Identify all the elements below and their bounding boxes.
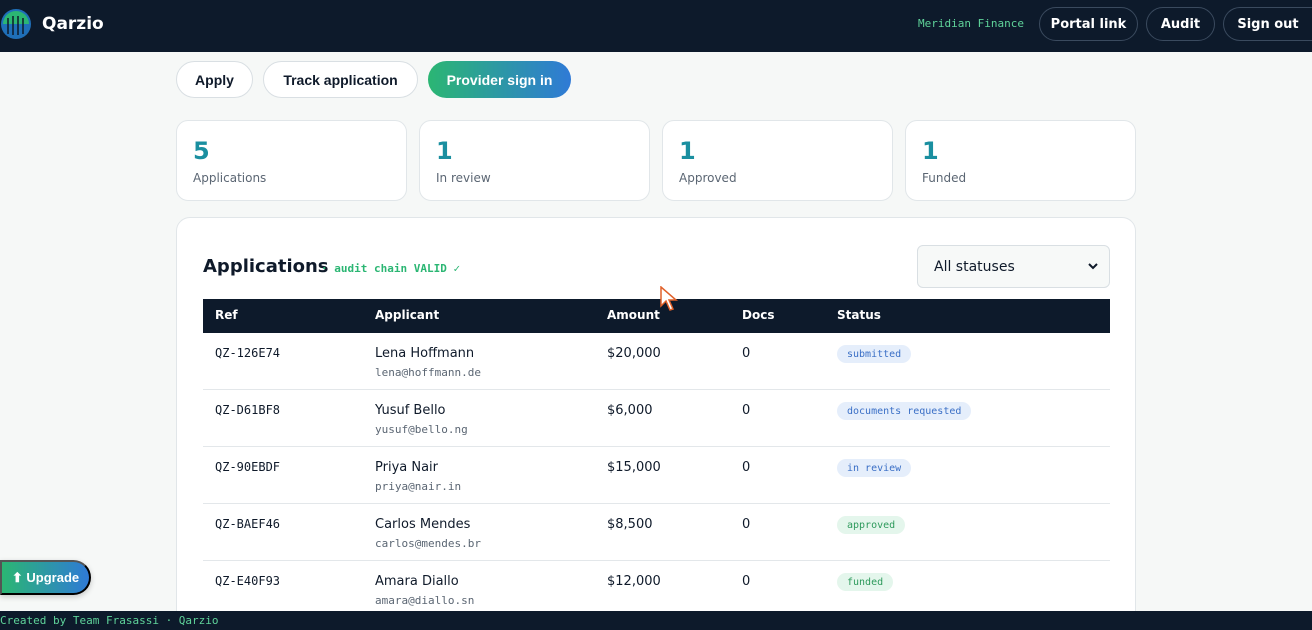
- row-applicant-email: lena@hoffmann.de: [375, 366, 481, 379]
- audit-chain-status: · audit chain VALID ✓: [321, 262, 461, 275]
- row-amount: $20,000: [607, 346, 661, 361]
- footer-credit: Created by Team Frasassi · Qarzio: [0, 611, 1312, 630]
- column-header-docs[interactable]: Docs: [742, 308, 774, 322]
- row-ref: QZ-E40F93: [215, 574, 281, 588]
- stat-value: 1: [679, 137, 696, 165]
- top-bar: Qarzio Meridian Finance Portal link Audi…: [0, 0, 1312, 52]
- row-applicant-name: Carlos Mendes: [375, 517, 471, 532]
- column-header-status[interactable]: Status: [837, 308, 881, 322]
- table-row[interactable]: QZ-BAEF46 Carlos Mendes carlos@mendes.br…: [203, 504, 1110, 561]
- tab-track-application[interactable]: Track application: [263, 61, 418, 98]
- sign-out-button[interactable]: Sign out: [1223, 7, 1312, 41]
- table-row[interactable]: QZ-D61BF8 Yusuf Bello yusuf@bello.ng $6,…: [203, 390, 1110, 447]
- status-badge: submitted: [837, 345, 912, 363]
- applications-panel: Applications · audit chain VALID ✓ All s…: [176, 217, 1136, 630]
- tenant-name: Meridian Finance: [918, 17, 1024, 30]
- row-docs: 0: [742, 346, 751, 361]
- logo-icon: [1, 9, 31, 39]
- stat-card-approved: 1 Approved: [662, 120, 893, 201]
- row-amount: $15,000: [607, 460, 661, 475]
- column-header-ref[interactable]: Ref: [215, 308, 238, 322]
- stat-label: In review: [436, 171, 491, 185]
- row-applicant-email: amara@diallo.sn: [375, 594, 475, 607]
- row-ref: QZ-126E74: [215, 346, 281, 360]
- row-amount: $8,500: [607, 517, 653, 532]
- row-docs: 0: [742, 460, 751, 475]
- status-badge: approved: [837, 516, 906, 534]
- row-docs: 0: [742, 574, 751, 589]
- row-docs: 0: [742, 517, 751, 532]
- stat-value: 1: [436, 137, 453, 165]
- row-applicant-name: Amara Diallo: [375, 574, 459, 589]
- row-applicant-name: Priya Nair: [375, 460, 439, 475]
- table-row[interactable]: QZ-90EBDF Priya Nair priya@nair.in $15,0…: [203, 447, 1110, 504]
- row-docs: 0: [742, 403, 751, 418]
- stat-card-applications: 5 Applications: [176, 120, 407, 201]
- table-row[interactable]: QZ-E40F93 Amara Diallo amara@diallo.sn $…: [203, 561, 1110, 618]
- mouse-cursor-icon: [660, 286, 678, 311]
- portal-link-button[interactable]: Portal link: [1039, 7, 1138, 41]
- tab-apply[interactable]: Apply: [176, 61, 253, 98]
- upgrade-button[interactable]: ⬆ Upgrade: [0, 560, 91, 595]
- stat-card-in-review: 1 In review: [419, 120, 650, 201]
- stat-value: 5: [193, 137, 210, 165]
- column-header-applicant[interactable]: Applicant: [375, 308, 439, 322]
- row-applicant-name: Yusuf Bello: [375, 403, 446, 418]
- stat-label: Funded: [922, 171, 967, 185]
- row-amount: $6,000: [607, 403, 653, 418]
- status-filter-value: All statuses: [934, 258, 1015, 275]
- row-ref: QZ-D61BF8: [215, 403, 281, 417]
- chevron-down-icon: [1088, 263, 1098, 270]
- stat-label: Applications: [193, 171, 267, 185]
- tab-provider-sign-in[interactable]: Provider sign in: [428, 61, 571, 98]
- row-ref: QZ-BAEF46: [215, 517, 281, 531]
- brand-name: Qarzio: [42, 14, 104, 34]
- stat-card-funded: 1 Funded: [905, 120, 1136, 201]
- panel-title: Applications: [203, 256, 329, 277]
- row-applicant-email: yusuf@bello.ng: [375, 423, 468, 436]
- row-amount: $12,000: [607, 574, 661, 589]
- row-ref: QZ-90EBDF: [215, 460, 281, 474]
- brand-logo[interactable]: Qarzio: [0, 8, 104, 40]
- table-row[interactable]: QZ-126E74 Lena Hoffmann lena@hoffmann.de…: [203, 333, 1110, 390]
- status-filter-select[interactable]: All statuses: [917, 245, 1110, 288]
- row-applicant-name: Lena Hoffmann: [375, 346, 475, 361]
- row-applicant-email: priya@nair.in: [375, 480, 462, 493]
- audit-button[interactable]: Audit: [1146, 7, 1215, 41]
- row-applicant-email: carlos@mendes.br: [375, 537, 481, 550]
- stat-label: Approved: [679, 171, 737, 185]
- status-badge: documents requested: [837, 402, 972, 420]
- stat-value: 1: [922, 137, 939, 165]
- status-badge: funded: [837, 573, 894, 591]
- status-badge: in review: [837, 459, 912, 477]
- table-header: Ref Applicant Amount Docs Status: [203, 299, 1110, 333]
- column-header-amount[interactable]: Amount: [607, 308, 660, 322]
